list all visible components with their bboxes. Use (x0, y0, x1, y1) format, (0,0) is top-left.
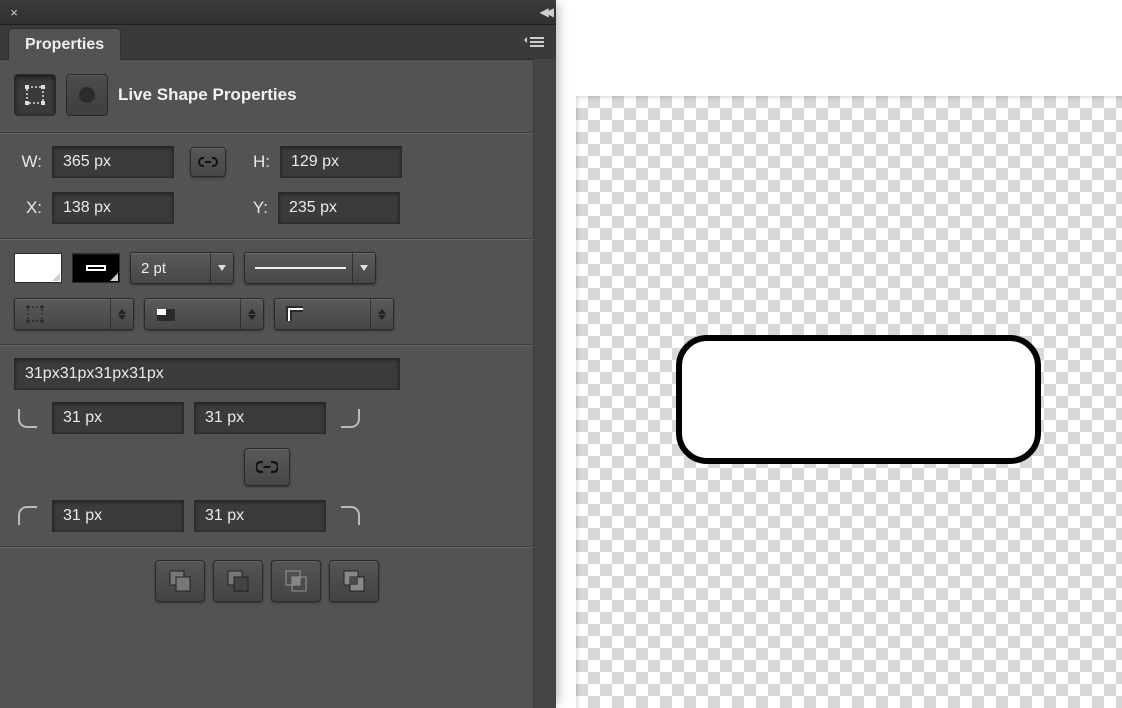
pathop-intersect-button[interactable] (271, 560, 321, 602)
panel-scrollbar[interactable] (533, 59, 556, 708)
pathop-exclude-button[interactable] (329, 560, 379, 602)
tab-label: Properties (25, 36, 104, 53)
shape-bounds-button[interactable] (14, 74, 56, 116)
width-input[interactable] (52, 146, 174, 178)
stroke-width-value: 2 pt (141, 260, 166, 277)
collapse-icon[interactable]: ◀◀ (540, 5, 550, 19)
corner-br-input[interactable] (194, 500, 326, 532)
mask-thumbnail-button[interactable] (66, 74, 108, 116)
link-wh-button[interactable] (190, 147, 226, 177)
corner-summary-input[interactable] (14, 358, 400, 390)
tab-properties[interactable]: Properties (8, 28, 121, 60)
y-input[interactable] (278, 192, 400, 224)
height-input[interactable] (280, 146, 402, 178)
stroke-align-dropdown[interactable] (144, 298, 264, 330)
corner-tl-icon (14, 404, 42, 432)
stroke-swatch[interactable] (72, 253, 120, 283)
stroke-style-dropdown[interactable] (244, 252, 376, 284)
link-corners-button[interactable] (244, 448, 290, 486)
width-label: W: (14, 152, 42, 172)
corner-br-icon (336, 502, 364, 530)
x-input[interactable] (52, 192, 174, 224)
close-icon[interactable]: × (6, 6, 22, 19)
shape-type-dropdown[interactable] (14, 298, 134, 330)
pathop-unite-button[interactable] (155, 560, 205, 602)
x-label: X: (14, 198, 42, 218)
properties-panel: × ◀◀ Properties (0, 0, 556, 708)
panel-menu-button[interactable] (522, 33, 546, 51)
fill-swatch[interactable] (14, 253, 62, 283)
panel-titlebar[interactable]: × ◀◀ (0, 0, 556, 25)
corner-tl-input[interactable] (52, 402, 184, 434)
y-label: Y: (240, 198, 268, 218)
panel-tabbar: Properties (0, 25, 556, 60)
height-label: H: (242, 152, 270, 172)
document-area (556, 0, 1122, 708)
stroke-width-dropdown[interactable]: 2 pt (130, 252, 234, 284)
corner-bl-icon (14, 502, 42, 530)
corner-tr-input[interactable] (194, 402, 326, 434)
canvas[interactable] (576, 96, 1122, 708)
rounded-rectangle-shape[interactable] (676, 335, 1041, 464)
panel-title: Live Shape Properties (118, 85, 297, 105)
stroke-corner-dropdown[interactable] (274, 298, 394, 330)
corner-tr-icon (336, 404, 364, 432)
pathop-subtract-button[interactable] (213, 560, 263, 602)
corner-bl-input[interactable] (52, 500, 184, 532)
